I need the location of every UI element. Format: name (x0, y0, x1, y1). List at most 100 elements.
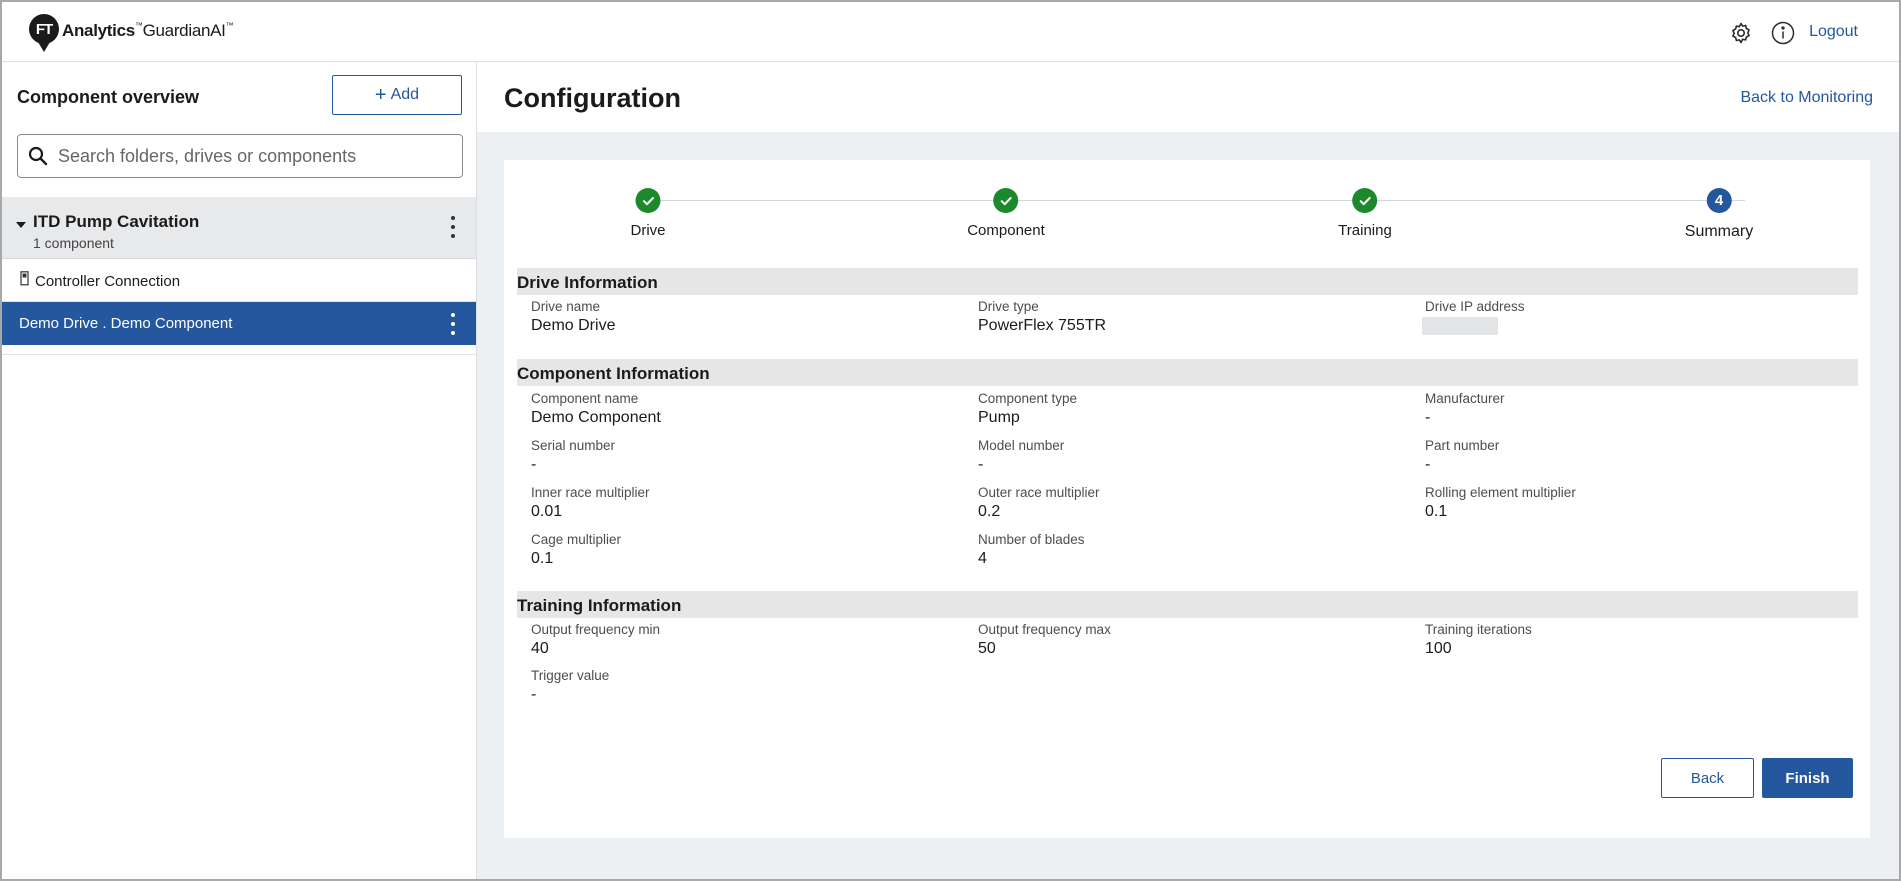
page-title: Configuration (504, 83, 681, 113)
back-to-monitoring-link[interactable]: Back to Monitoring (1740, 89, 1873, 107)
field-label: Drive name (531, 299, 601, 314)
field-value: 100 (1425, 640, 1452, 657)
section-header-component: Component Information (517, 359, 1858, 386)
logo-tm: ™ (134, 21, 143, 30)
summary-card: Drive Component Training 4 Summary Drive… (504, 160, 1870, 838)
field-outer-race-multiplier: Outer race multiplier 0.2 (978, 485, 1100, 521)
logout-link[interactable]: Logout (1809, 23, 1858, 41)
list-item-selected[interactable]: Demo Drive . Demo Component (2, 302, 476, 345)
field-label: Model number (978, 438, 1065, 453)
field-label: Outer race multiplier (978, 485, 1100, 500)
field-label: Trigger value (531, 668, 610, 683)
app-header: FT Analytics™GuardianAI™ Logout (0, 0, 1901, 62)
field-label: Component type (978, 391, 1078, 406)
field-output-frequency-max: Output frequency max 50 (978, 622, 1111, 658)
field-trigger-value: Trigger value - (531, 668, 609, 704)
search-box (17, 134, 463, 178)
field-label: Component name (531, 391, 639, 406)
field-label: Drive type (978, 299, 1039, 314)
more-vertical-icon[interactable] (450, 216, 456, 238)
field-drive-ip: Drive IP address (1422, 299, 1525, 335)
field-label: Number of blades (978, 532, 1085, 547)
field-drive-name: Drive name Demo Drive (531, 299, 615, 335)
field-value: - (1425, 409, 1431, 426)
logo-product-text: GuardianAI (142, 21, 226, 40)
field-label: Serial number (531, 438, 616, 453)
field-label: Rolling element multiplier (1425, 485, 1576, 500)
field-model-number: Model number - (978, 438, 1064, 474)
check-icon (1352, 188, 1378, 213)
field-number-of-blades: Number of blades 4 (978, 532, 1085, 568)
controller-icon (20, 271, 29, 286)
field-value: - (978, 456, 984, 473)
step-drive[interactable]: Drive (630, 188, 666, 239)
more-vertical-icon[interactable] (450, 313, 456, 335)
step-component[interactable]: Component (967, 188, 1045, 239)
step-label: Training (1338, 222, 1392, 239)
sidebar: Component overview + Add ITD Pump Cavita… (2, 62, 477, 879)
field-cage-multiplier: Cage multiplier 0.1 (531, 532, 621, 568)
check-icon (993, 188, 1019, 213)
step-label: Component (967, 222, 1045, 239)
folder-name: ITD Pump Cavitation (33, 212, 200, 231)
add-button[interactable]: + Add (332, 75, 462, 115)
back-button[interactable]: Back (1661, 758, 1754, 798)
field-inner-race-multiplier: Inner race multiplier 0.01 (531, 485, 650, 521)
logo-mark: FT (29, 14, 59, 52)
field-value: 0.01 (531, 503, 563, 520)
field-drive-type: Drive type PowerFlex 755TR (978, 299, 1106, 335)
step-number: 4 (1706, 188, 1732, 213)
field-value: - (531, 456, 537, 473)
stepper-line (636, 200, 1745, 201)
field-part-number: Part number - (1425, 438, 1499, 474)
field-value: 4 (978, 550, 987, 567)
logo-tm-product: ™ (225, 21, 234, 30)
list-item-label: Controller Connection (35, 273, 181, 290)
step-label: Drive (630, 222, 666, 239)
step-training[interactable]: Training (1338, 188, 1392, 239)
field-component-type: Component type Pump (978, 391, 1077, 427)
step-label: Summary (1684, 223, 1754, 240)
folder-row[interactable]: ITD Pump Cavitation 1 component (2, 197, 476, 259)
field-label: Part number (1425, 438, 1500, 453)
field-label: Cage multiplier (531, 532, 622, 547)
field-value: Demo Component (531, 409, 661, 426)
field-value: - (1425, 456, 1431, 473)
section-header-drive: Drive Information (517, 268, 1858, 295)
gear-icon[interactable] (1729, 21, 1753, 45)
field-label: Output frequency max (978, 622, 1111, 637)
list-item-label: Demo Drive . Demo Component (19, 315, 233, 332)
main-content: Configuration Back to Monitoring Drive C… (477, 62, 1899, 879)
section-title: Component Information (517, 364, 710, 383)
field-value: Pump (978, 409, 1020, 426)
field-rolling-element-multiplier: Rolling element multiplier 0.1 (1425, 485, 1576, 521)
field-value: - (531, 686, 537, 703)
field-manufacturer: Manufacturer - (1425, 391, 1505, 427)
field-value: 0.1 (531, 550, 554, 567)
field-output-frequency-min: Output frequency min 40 (531, 622, 660, 658)
field-label: Manufacturer (1425, 391, 1505, 406)
field-label: Inner race multiplier (531, 485, 650, 500)
field-label: Drive IP address (1425, 299, 1525, 314)
field-label: Training iterations (1425, 622, 1532, 637)
search-icon (28, 146, 48, 166)
folder-subtitle: 1 component (33, 235, 114, 251)
search-input[interactable] (56, 144, 440, 168)
logo-bold-text: Analytics (62, 21, 135, 40)
section-title: Drive Information (517, 273, 658, 292)
redacted-value (1422, 317, 1498, 335)
field-value: 40 (531, 640, 549, 657)
section-title: Training Information (517, 596, 682, 615)
step-summary[interactable]: 4 Summary (1685, 188, 1753, 241)
field-value: 0.2 (978, 503, 1001, 520)
section-header-training: Training Information (517, 591, 1858, 618)
finish-button[interactable]: Finish (1762, 758, 1853, 798)
list-item[interactable]: Controller Connection (2, 260, 476, 302)
field-value: PowerFlex 755TR (978, 317, 1107, 334)
caret-down-icon[interactable] (16, 222, 26, 228)
divider (2, 354, 476, 355)
logo-text: Analytics™GuardianAI™ (62, 21, 234, 41)
field-training-iterations: Training iterations 100 (1425, 622, 1532, 658)
info-icon[interactable] (1771, 21, 1795, 45)
stepper: Drive Component Training 4 Summary (504, 160, 1870, 260)
